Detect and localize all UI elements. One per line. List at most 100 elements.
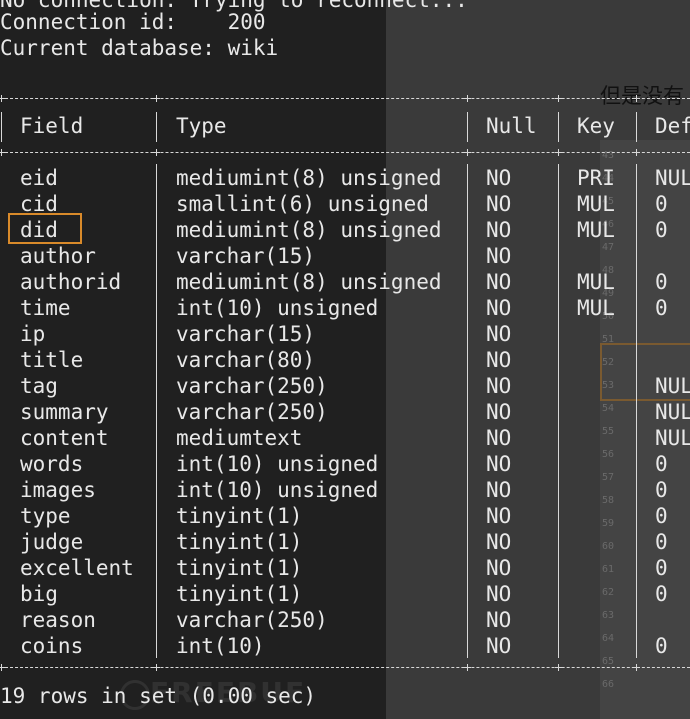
border-corner — [555, 95, 562, 102]
cell-null: NO — [486, 166, 512, 190]
cell-field: tag — [20, 374, 58, 398]
cell-type: mediumint(8) unsigned — [176, 166, 442, 190]
cell-field: type — [20, 504, 71, 528]
cell-null: NO — [486, 192, 512, 216]
cell-type: tinyint(1) — [176, 504, 303, 528]
cell-null: NO — [486, 426, 512, 450]
cell-null: NO — [486, 634, 512, 658]
cell-default: 0 — [655, 296, 668, 320]
cell-field: images — [20, 478, 96, 502]
cell-null: NO — [486, 374, 512, 398]
column-separator — [558, 164, 559, 658]
table-top-border — [0, 98, 690, 99]
cell-field: big — [20, 582, 58, 606]
cell-default: 0 — [655, 504, 668, 528]
cell-field: author — [20, 244, 96, 268]
cell-field: time — [20, 296, 71, 320]
cell-field: content — [20, 426, 109, 450]
border-corner — [464, 149, 471, 156]
gutter-line-number: 61 — [602, 564, 615, 575]
cell-default: 0 — [655, 270, 668, 294]
cell-field: title — [20, 348, 84, 372]
column-separator — [156, 164, 157, 658]
cell-default: 0 — [655, 452, 668, 476]
cell-key: MUL — [577, 218, 615, 242]
header-field: Field — [20, 114, 84, 138]
cell-type: varchar(15) — [176, 322, 316, 346]
cell-default: 0 — [655, 530, 668, 554]
cell-null: NO — [486, 270, 512, 294]
cell-type: tinyint(1) — [176, 582, 303, 606]
cell-null: NO — [486, 530, 512, 554]
gutter-line-number: 57 — [602, 472, 615, 483]
cell-type: varchar(250) — [176, 374, 328, 398]
cell-key: MUL — [577, 192, 615, 216]
header-null: Null — [486, 114, 537, 138]
cell-type: varchar(250) — [176, 608, 328, 632]
cell-field: ip — [20, 322, 46, 346]
gutter-line-number: 56 — [602, 449, 615, 460]
cell-null: NO — [486, 504, 512, 528]
cell-null: NO — [486, 478, 512, 502]
cell-type: mediumtext — [176, 426, 303, 450]
cell-default: 0 — [655, 218, 668, 242]
cell-default: 0 — [655, 478, 668, 502]
border-corner — [0, 149, 5, 156]
header-default: Def — [655, 114, 690, 138]
header-key: Key — [577, 114, 615, 138]
cell-type: int(10) unsigned — [176, 296, 379, 320]
cell-default: 0 — [655, 634, 668, 658]
cell-field: eid — [20, 166, 58, 190]
cell-type: mediumint(8) unsigned — [176, 218, 442, 242]
column-separator — [1, 112, 2, 142]
border-corner — [153, 149, 160, 156]
terminal-window: 43 44 45 46 47 48 49 50 51 52 53 54 55 56 57 58 59 60 61 62… — [0, 0, 690, 719]
gutter-line-number: 66 — [602, 679, 615, 690]
border-corner — [633, 95, 640, 102]
gutter-line-number: 64 — [602, 633, 615, 644]
cell-default: NUL — [655, 426, 690, 450]
cell-key: MUL — [577, 296, 615, 320]
column-separator — [636, 164, 637, 658]
cell-field: coins — [20, 634, 84, 658]
column-separator — [467, 112, 468, 142]
gutter-line-number: 59 — [602, 518, 615, 529]
cell-type: varchar(250) — [176, 400, 328, 424]
cell-null: NO — [486, 218, 512, 242]
cell-field: judge — [20, 530, 84, 554]
gutter-line-number: 63 — [602, 610, 615, 621]
cell-default: 0 — [655, 582, 668, 606]
cell-type: mediumint(8) unsigned — [176, 270, 442, 294]
cell-type: tinyint(1) — [176, 530, 303, 554]
cell-field: authorid — [20, 270, 122, 294]
cell-default: NUL — [655, 400, 690, 424]
cell-null: NO — [486, 348, 512, 372]
header-type: Type — [176, 114, 227, 138]
border-corner — [153, 95, 160, 102]
cell-type: int(10) unsigned — [176, 478, 379, 502]
background-cjk-text: 但是没有 — [600, 84, 684, 108]
cell-type: smallint(6) unsigned — [176, 192, 429, 216]
gutter-line-number: 62 — [602, 587, 615, 598]
cell-type: int(10) — [176, 634, 265, 658]
gutter-line-number: 47 — [602, 242, 615, 253]
column-separator — [156, 112, 157, 142]
cell-type: varchar(80) — [176, 348, 316, 372]
border-corner — [555, 149, 562, 156]
gutter-line-number: 58 — [602, 495, 615, 506]
cell-null: NO — [486, 608, 512, 632]
cell-null: NO — [486, 556, 512, 580]
watermark: FREEBUF — [150, 676, 307, 709]
current-database-line: Current database: wiki — [0, 36, 279, 60]
column-separator — [467, 164, 468, 658]
cell-null: NO — [486, 244, 512, 268]
cell-type: tinyint(1) — [176, 556, 303, 580]
did-highlight-box — [8, 213, 82, 244]
cell-type: int(10) unsigned — [176, 452, 379, 476]
gutter-line-number: 65 — [602, 656, 615, 667]
cell-field: summary — [20, 400, 109, 424]
border-corner — [153, 664, 160, 671]
cell-default: NUL — [655, 166, 690, 190]
cell-null: NO — [486, 582, 512, 606]
border-corner — [464, 664, 471, 671]
